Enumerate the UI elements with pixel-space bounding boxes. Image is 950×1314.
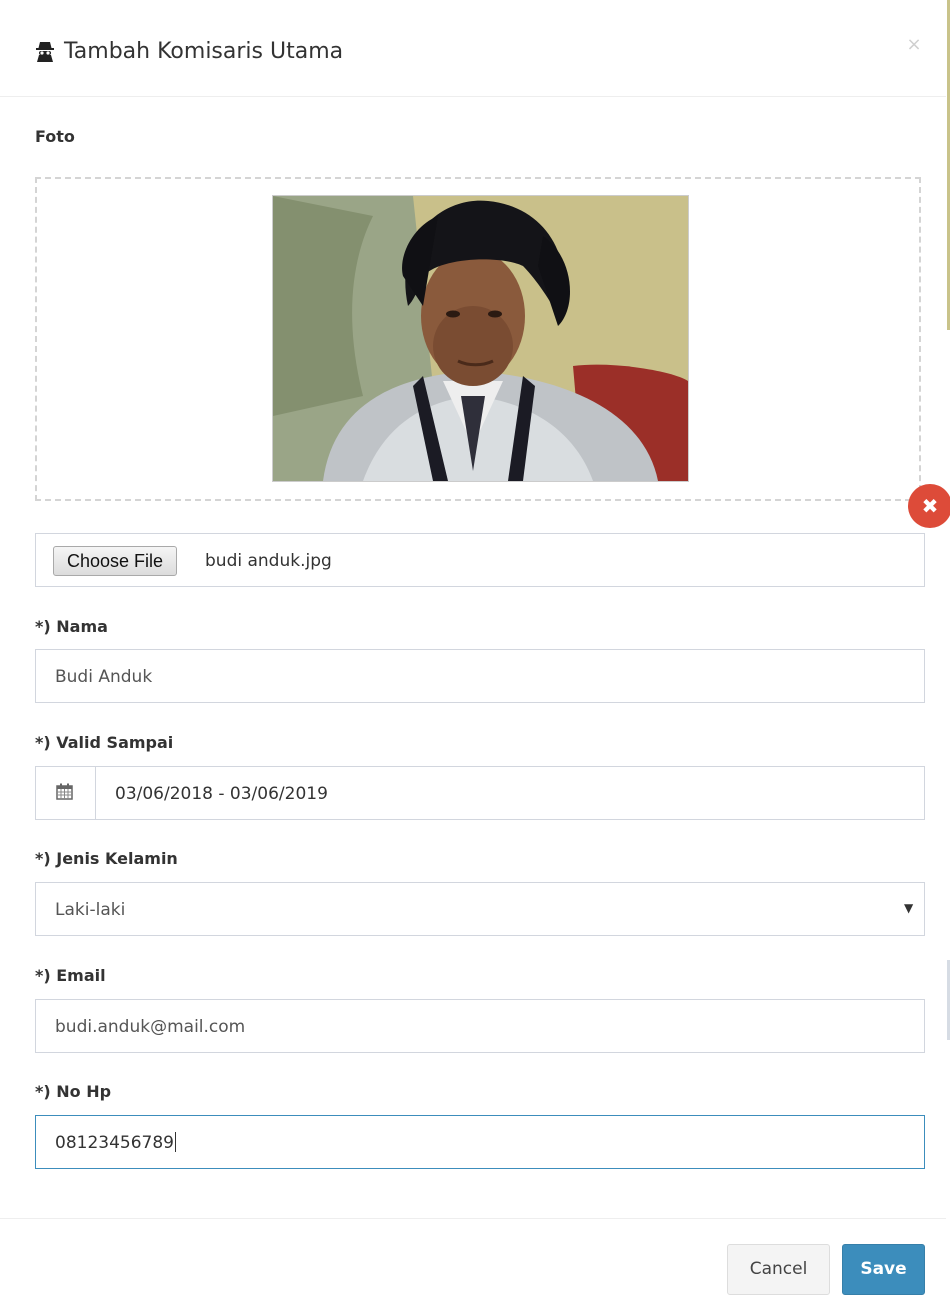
close-button[interactable]: × xyxy=(906,35,922,55)
no-hp-value: 08123456789 xyxy=(55,1133,174,1153)
portrait-image xyxy=(273,196,688,481)
remove-photo-button[interactable]: ✖ xyxy=(908,484,950,528)
nama-label: *) Nama xyxy=(35,617,108,636)
jenis-kelamin-label: *) Jenis Kelamin xyxy=(35,849,178,868)
user-secret-icon xyxy=(36,42,54,62)
email-label: *) Email xyxy=(35,966,106,985)
no-hp-label: *) No Hp xyxy=(35,1082,112,1101)
portrait-photo xyxy=(272,195,689,482)
jenis-kelamin-select[interactable]: Laki-laki ▼ xyxy=(35,882,925,936)
valid-sampai-value: 03/06/2018 - 03/06/2019 xyxy=(115,784,328,804)
valid-sampai-input[interactable]: 03/06/2018 - 03/06/2019 xyxy=(35,766,925,820)
no-hp-value-wrap: 08123456789 xyxy=(55,1132,176,1154)
chevron-down-icon: ▼ xyxy=(904,901,914,915)
save-button[interactable]: Save xyxy=(842,1244,925,1295)
photo-label: Foto xyxy=(35,127,75,146)
valid-sampai-label: *) Valid Sampai xyxy=(35,733,174,752)
no-hp-input[interactable]: 08123456789 xyxy=(35,1115,925,1169)
calendar-icon xyxy=(56,783,73,800)
text-cursor xyxy=(174,1132,176,1152)
date-addon xyxy=(36,767,96,819)
nama-value: Budi Anduk xyxy=(55,667,153,687)
cancel-button[interactable]: Cancel xyxy=(727,1244,830,1295)
file-input[interactable]: Choose File budi anduk.jpg xyxy=(35,533,925,587)
modal-title: Tambah Komisaris Utama xyxy=(64,39,344,64)
nama-input[interactable]: Budi Anduk xyxy=(35,649,925,703)
choose-file-button[interactable]: Choose File xyxy=(53,546,178,576)
email-input[interactable]: budi.anduk@mail.com xyxy=(35,999,925,1053)
modal-header: Tambah Komisaris Utama × xyxy=(0,0,946,97)
jenis-kelamin-value: Laki-laki xyxy=(55,900,126,920)
email-value: budi.anduk@mail.com xyxy=(55,1017,246,1037)
file-name-text: budi anduk.jpg xyxy=(205,551,332,571)
